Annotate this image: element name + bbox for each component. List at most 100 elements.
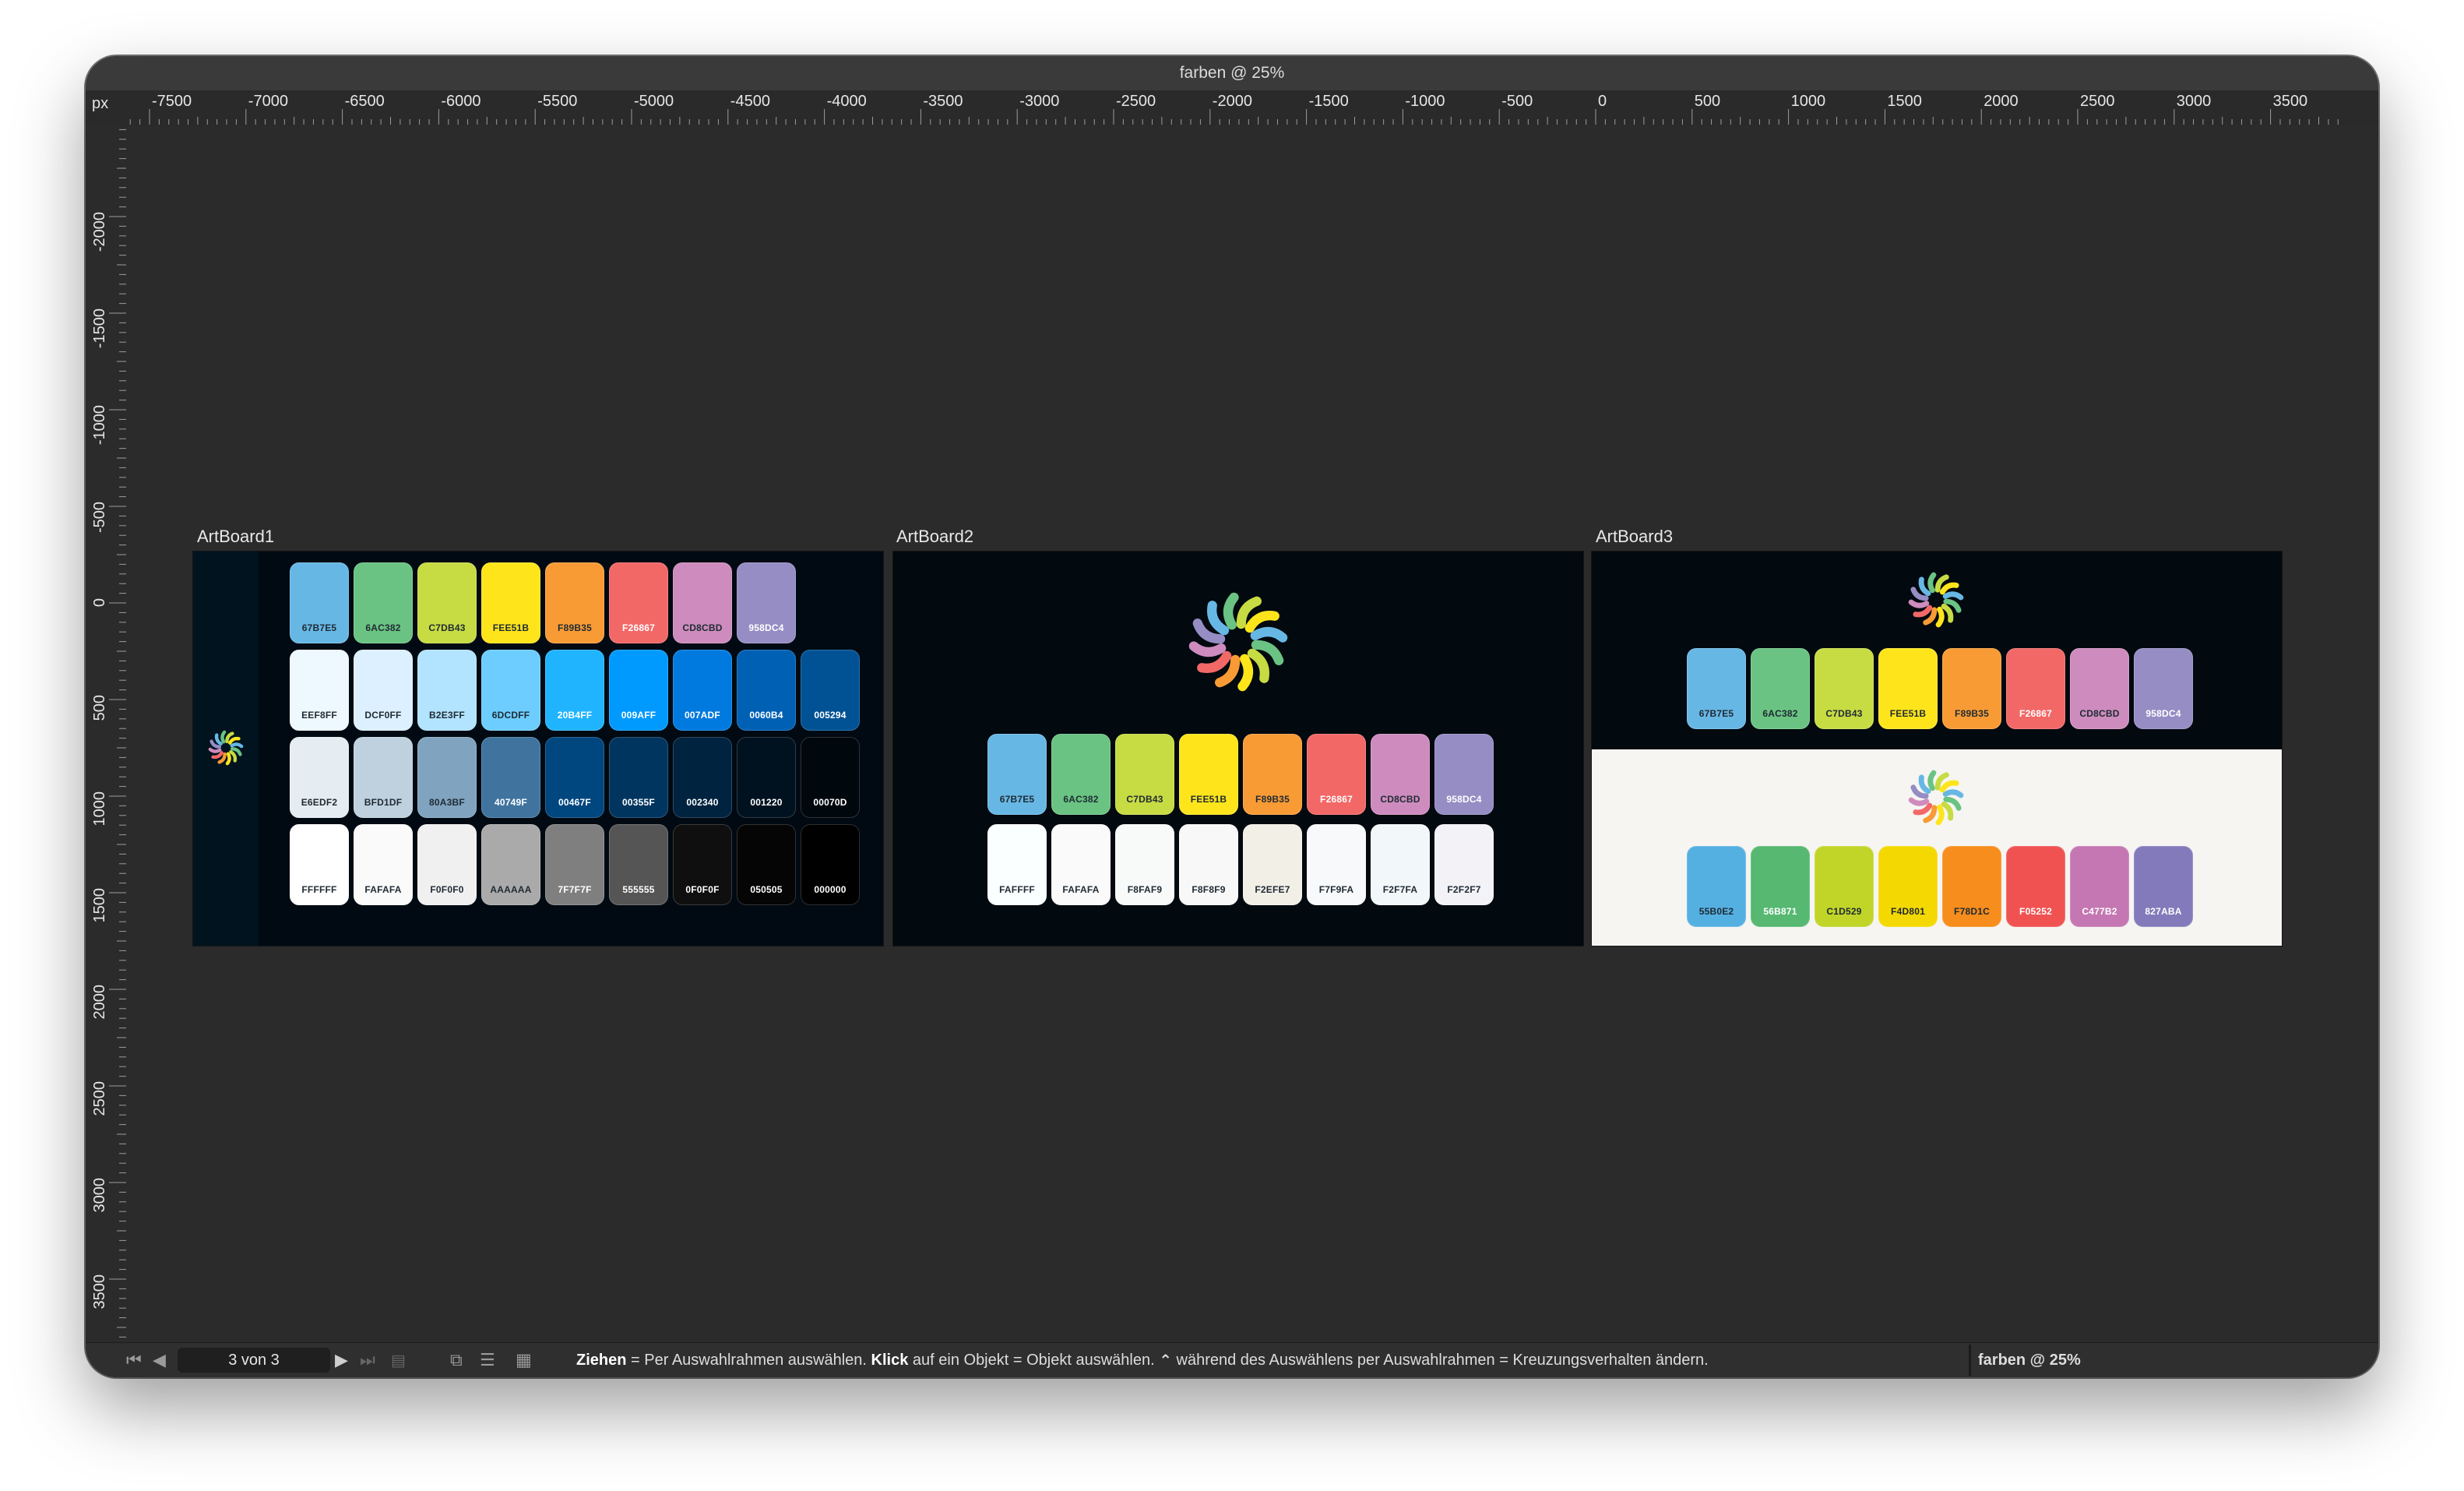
logo-petal: [1223, 592, 1239, 630]
swatch-hex-label: F26867: [1320, 794, 1353, 805]
logo-petal: [1939, 780, 1959, 793]
color-swatch[interactable]: FAFAFA: [1051, 824, 1111, 905]
swatch-hex-label: 20B4FF: [557, 710, 593, 721]
color-swatch[interactable]: 827ABA: [2134, 846, 2193, 927]
color-swatch[interactable]: FFFFFF: [290, 824, 349, 905]
color-swatch[interactable]: 958DC4: [2134, 648, 2193, 729]
color-swatch[interactable]: 6AC382: [1051, 734, 1111, 815]
color-swatch[interactable]: 6AC382: [354, 562, 413, 643]
swatch-hex-label: FAFFFF: [999, 884, 1035, 895]
color-swatch[interactable]: F4D801: [1878, 846, 1938, 927]
color-swatch[interactable]: F05252: [2006, 846, 2065, 927]
pages-list-icon[interactable]: ☰: [480, 1343, 495, 1377]
color-swatch[interactable]: F26867: [1307, 734, 1366, 815]
next-page-icon[interactable]: ▶: [335, 1343, 348, 1377]
color-swatch[interactable]: 005294: [801, 650, 860, 731]
color-swatch[interactable]: 80A3BF: [417, 737, 477, 818]
color-swatch[interactable]: 6DCDFF: [481, 650, 540, 731]
swatch-hex-label: 00070D: [813, 797, 847, 808]
color-swatch[interactable]: CD8CBD: [673, 562, 732, 643]
color-swatch[interactable]: 00467F: [545, 737, 604, 818]
brand-logo-small: [208, 730, 244, 766]
color-swatch[interactable]: F26867: [609, 562, 668, 643]
color-swatch[interactable]: 56B871: [1751, 846, 1810, 927]
color-swatch[interactable]: F2F2F7: [1434, 824, 1494, 905]
color-swatch[interactable]: 40749F: [481, 737, 540, 818]
color-swatch[interactable]: 6AC382: [1751, 648, 1810, 729]
color-swatch[interactable]: FEE51B: [1878, 648, 1938, 729]
page-icon[interactable]: ▤: [391, 1343, 406, 1377]
color-swatch[interactable]: EEF8FF: [290, 650, 349, 731]
swatch-hex-label: 000000: [814, 884, 847, 895]
color-swatch[interactable]: 20B4FF: [545, 650, 604, 731]
color-swatch[interactable]: 002340: [673, 737, 732, 818]
artboard-2[interactable]: 67B7E5 6AC382 C7DB43 FEE51B F89B35 F26867 CD8C…: [893, 552, 1583, 946]
color-swatch[interactable]: CD8CBD: [1371, 734, 1430, 815]
artboard-1[interactable]: 67B7E5 6AC382 C7DB43 FEE51B F89B35 F26867 CD8C…: [193, 552, 883, 946]
color-swatch[interactable]: FEE51B: [1179, 734, 1238, 815]
color-swatch[interactable]: 0060B4: [737, 650, 796, 731]
color-swatch[interactable]: FEE51B: [481, 562, 540, 643]
color-swatch[interactable]: 67B7E5: [290, 562, 349, 643]
color-swatch[interactable]: F89B35: [545, 562, 604, 643]
color-swatch[interactable]: C7DB43: [417, 562, 477, 643]
swatch-hex-label: 55B0E2: [1698, 906, 1734, 917]
color-swatch[interactable]: FAFFFF: [987, 824, 1047, 905]
color-swatch[interactable]: F2EFE7: [1243, 824, 1302, 905]
color-swatch[interactable]: 67B7E5: [1687, 648, 1746, 729]
color-swatch[interactable]: B2E3FF: [417, 650, 477, 731]
color-swatch[interactable]: F7F9FA: [1307, 824, 1366, 905]
swatch-hex-label: 0060B4: [749, 710, 783, 721]
color-swatch[interactable]: 7F7F7F: [545, 824, 604, 905]
color-swatch[interactable]: 050505: [737, 824, 796, 905]
color-swatch[interactable]: C477B2: [2070, 846, 2129, 927]
first-page-icon[interactable]: ⏮: [126, 1343, 142, 1377]
color-swatch[interactable]: 009AFF: [609, 650, 668, 731]
color-swatch[interactable]: 0F0F0F: [673, 824, 732, 905]
color-swatch[interactable]: 67B7E5: [987, 734, 1047, 815]
artboard2-title[interactable]: ArtBoard2: [896, 527, 973, 547]
prev-page-icon[interactable]: ◀: [153, 1343, 166, 1377]
color-swatch[interactable]: F78D1C: [1942, 846, 2001, 927]
color-swatch[interactable]: 555555: [609, 824, 668, 905]
canvas-area[interactable]: ArtBoard1 67B7E5 6AC382 C7DB43 FEE51B F89B35…: [86, 56, 2378, 1377]
artboard1-title[interactable]: ArtBoard1: [197, 527, 274, 547]
logo-petal: [1927, 770, 1937, 791]
last-page-icon[interactable]: ⏭: [360, 1343, 375, 1377]
color-swatch[interactable]: 00355F: [609, 737, 668, 818]
color-swatch[interactable]: BFD1DF: [354, 737, 413, 818]
color-swatch[interactable]: 55B0E2: [1687, 846, 1746, 927]
color-swatch[interactable]: DCF0FF: [354, 650, 413, 731]
color-swatch[interactable]: 000000: [801, 824, 860, 905]
color-swatch[interactable]: E6EDF2: [290, 737, 349, 818]
color-swatch[interactable]: 958DC4: [1434, 734, 1494, 815]
swatch-hex-label: CD8CBD: [1380, 794, 1420, 805]
color-swatch[interactable]: 958DC4: [737, 562, 796, 643]
color-swatch[interactable]: CD8CBD: [2070, 648, 2129, 729]
color-swatch[interactable]: F89B35: [1942, 648, 2001, 729]
color-swatch[interactable]: AAAAAA: [481, 824, 540, 905]
color-swatch[interactable]: C1D529: [1815, 846, 1874, 927]
artboard-3[interactable]: 67B7E5 6AC382 C7DB43 FEE51B F89B35 F26867 CD8C…: [1592, 552, 2282, 946]
color-swatch[interactable]: F26867: [2006, 648, 2065, 729]
color-swatch[interactable]: F89B35: [1243, 734, 1302, 815]
color-swatch[interactable]: 007ADF: [673, 650, 732, 731]
swatch-hex-label: F89B35: [1955, 708, 1989, 719]
color-swatch[interactable]: F2F7FA: [1371, 824, 1430, 905]
page-indicator[interactable]: 3 von 3: [178, 1348, 330, 1373]
color-swatch[interactable]: FAFAFA: [354, 824, 413, 905]
swatch-hex-label: 6DCDFF: [491, 710, 530, 721]
color-swatch[interactable]: F8FAF9: [1115, 824, 1174, 905]
duplicate-page-icon[interactable]: ⧉: [450, 1343, 463, 1377]
color-swatch[interactable]: C7DB43: [1115, 734, 1174, 815]
grid-icon[interactable]: ▦: [516, 1343, 532, 1377]
logo-petal: [1927, 572, 1937, 594]
color-swatch[interactable]: 001220: [737, 737, 796, 818]
swatch-hex-label: F2EFE7: [1255, 884, 1290, 895]
color-swatch[interactable]: F0F0F0: [417, 824, 477, 905]
color-swatch[interactable]: C7DB43: [1815, 648, 1874, 729]
color-swatch[interactable]: F8F8F9: [1179, 824, 1238, 905]
swatch-hex-label: 827ABA: [2145, 906, 2182, 917]
color-swatch[interactable]: 00070D: [801, 737, 860, 818]
artboard3-title[interactable]: ArtBoard3: [1596, 527, 1673, 547]
